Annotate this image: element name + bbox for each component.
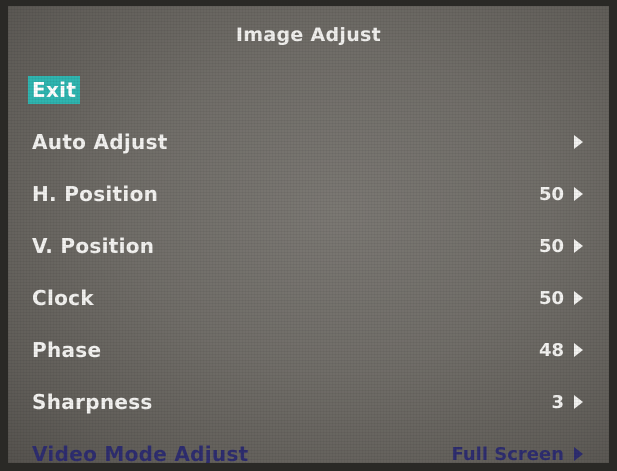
menu-item-label: Video Mode Adjust <box>32 442 249 466</box>
menu-item-value: 50 <box>538 183 564 205</box>
menu-item-sharpness[interactable]: Sharpness 3 <box>28 385 583 419</box>
menu-item-label: Exit <box>28 76 81 104</box>
menu-item-h-position[interactable]: H. Position 50 <box>28 177 583 211</box>
right-triangle-icon <box>574 135 583 149</box>
menu-item-label: Phase <box>32 338 102 362</box>
right-triangle-icon <box>574 187 583 201</box>
menu-item-phase[interactable]: Phase 48 <box>28 333 583 367</box>
osd-menu-panel: Image Adjust Exit Auto Adjust H. Positio… <box>0 0 617 471</box>
right-triangle-icon <box>574 447 583 461</box>
menu-item-label: H. Position <box>32 182 159 206</box>
right-triangle-icon <box>574 343 583 357</box>
right-triangle-icon <box>574 395 583 409</box>
menu-item-label: V. Position <box>32 234 155 258</box>
menu-item-video-mode-adjust[interactable]: Video Mode Adjust Full Screen <box>28 437 583 466</box>
menu-item-label: Auto Adjust <box>32 130 168 154</box>
menu-item-label: Clock <box>32 286 94 310</box>
menu-item-label: Sharpness <box>32 390 153 414</box>
menu-item-value: 50 <box>538 235 564 257</box>
menu-item-value: 48 <box>538 339 564 361</box>
menu-item-clock[interactable]: Clock 50 <box>28 281 583 315</box>
menu-item-auto-adjust[interactable]: Auto Adjust <box>28 125 583 159</box>
menu-title: Image Adjust <box>235 24 382 46</box>
menu-item-value: 50 <box>538 287 564 309</box>
right-triangle-icon <box>574 291 583 305</box>
menu-item-exit[interactable]: Exit <box>28 73 583 107</box>
menu-item-value: 3 <box>551 391 564 413</box>
menu-item-value: Full Screen <box>451 443 564 465</box>
menu-item-v-position[interactable]: V. Position 50 <box>28 229 583 263</box>
right-triangle-icon <box>574 239 583 253</box>
